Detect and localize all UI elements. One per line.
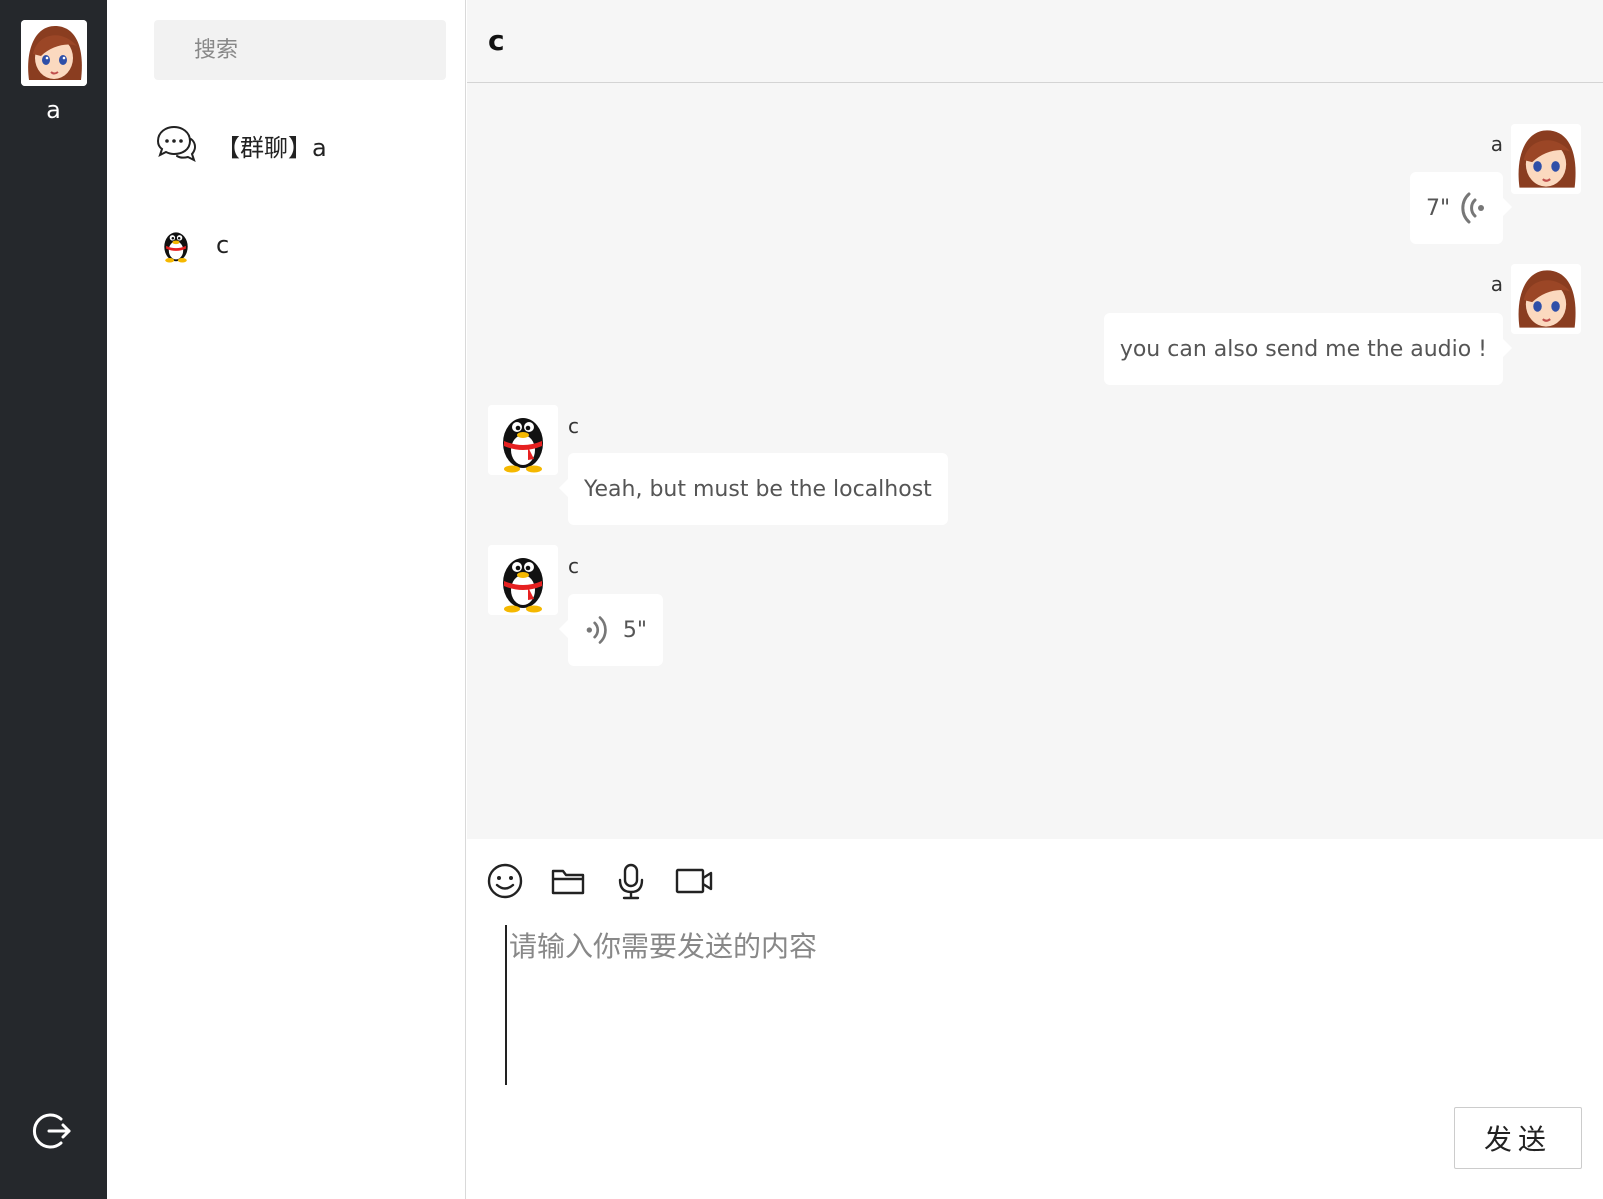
- message-sender: a: [1490, 272, 1503, 296]
- sender-avatar[interactable]: [1511, 264, 1581, 334]
- video-camera-icon: [675, 868, 713, 894]
- chat-panel: c a 7" a you can also send me the audio …: [467, 0, 1603, 1199]
- sender-avatar[interactable]: [488, 405, 558, 475]
- emoji-icon: [487, 863, 523, 899]
- message-sender: c: [568, 414, 579, 438]
- emoji-button[interactable]: [485, 861, 525, 901]
- penguin-avatar-icon: [488, 405, 558, 475]
- text-message-bubble: you can also send me the audio !: [1103, 313, 1513, 385]
- contact-item-c[interactable]: c: [154, 215, 454, 275]
- message-input[interactable]: [505, 925, 1575, 1085]
- search-input[interactable]: [154, 20, 446, 80]
- app-sidebar: a: [0, 0, 107, 1199]
- audio-message-bubble[interactable]: 5": [559, 594, 663, 666]
- audio-wave-icon: [1461, 192, 1484, 224]
- group-chat-icon: [154, 123, 198, 167]
- contact-list-panel: 【群聊】a c: [107, 0, 466, 1199]
- user-avatar[interactable]: [21, 20, 87, 86]
- logout-button[interactable]: [31, 1110, 73, 1152]
- penguin-avatar-icon: [154, 223, 198, 267]
- video-button[interactable]: [674, 861, 714, 901]
- girl-avatar-icon: [1511, 264, 1581, 334]
- message-composer: 发送: [467, 839, 1603, 1199]
- message-sender: c: [568, 554, 579, 578]
- audio-message-bubble[interactable]: 7": [1410, 172, 1512, 244]
- message-sender: a: [1490, 132, 1503, 156]
- girl-avatar-icon: [21, 20, 87, 86]
- file-button[interactable]: [548, 861, 588, 901]
- user-name: a: [46, 96, 61, 124]
- sender-avatar[interactable]: [488, 545, 558, 615]
- contact-name: 【群聊】a: [216, 133, 327, 162]
- folder-icon: [551, 869, 585, 895]
- contact-name: c: [216, 231, 230, 259]
- penguin-avatar-icon: [488, 545, 558, 615]
- audio-duration: 5": [622, 617, 647, 643]
- chat-header: c: [467, 0, 1603, 83]
- text-message-bubble: Yeah, but must be the localhost: [559, 453, 948, 525]
- chat-title: c: [488, 24, 505, 57]
- send-button[interactable]: 发送: [1454, 1107, 1582, 1169]
- audio-wave-icon: [586, 616, 607, 644]
- audio-duration: 7": [1426, 195, 1451, 221]
- contact-item-group-a[interactable]: 【群聊】a: [154, 115, 454, 175]
- voice-button[interactable]: [611, 861, 651, 901]
- logout-icon: [32, 1113, 71, 1149]
- sender-avatar[interactable]: [1511, 124, 1581, 194]
- girl-avatar-icon: [1511, 124, 1581, 194]
- microphone-icon: [618, 863, 644, 900]
